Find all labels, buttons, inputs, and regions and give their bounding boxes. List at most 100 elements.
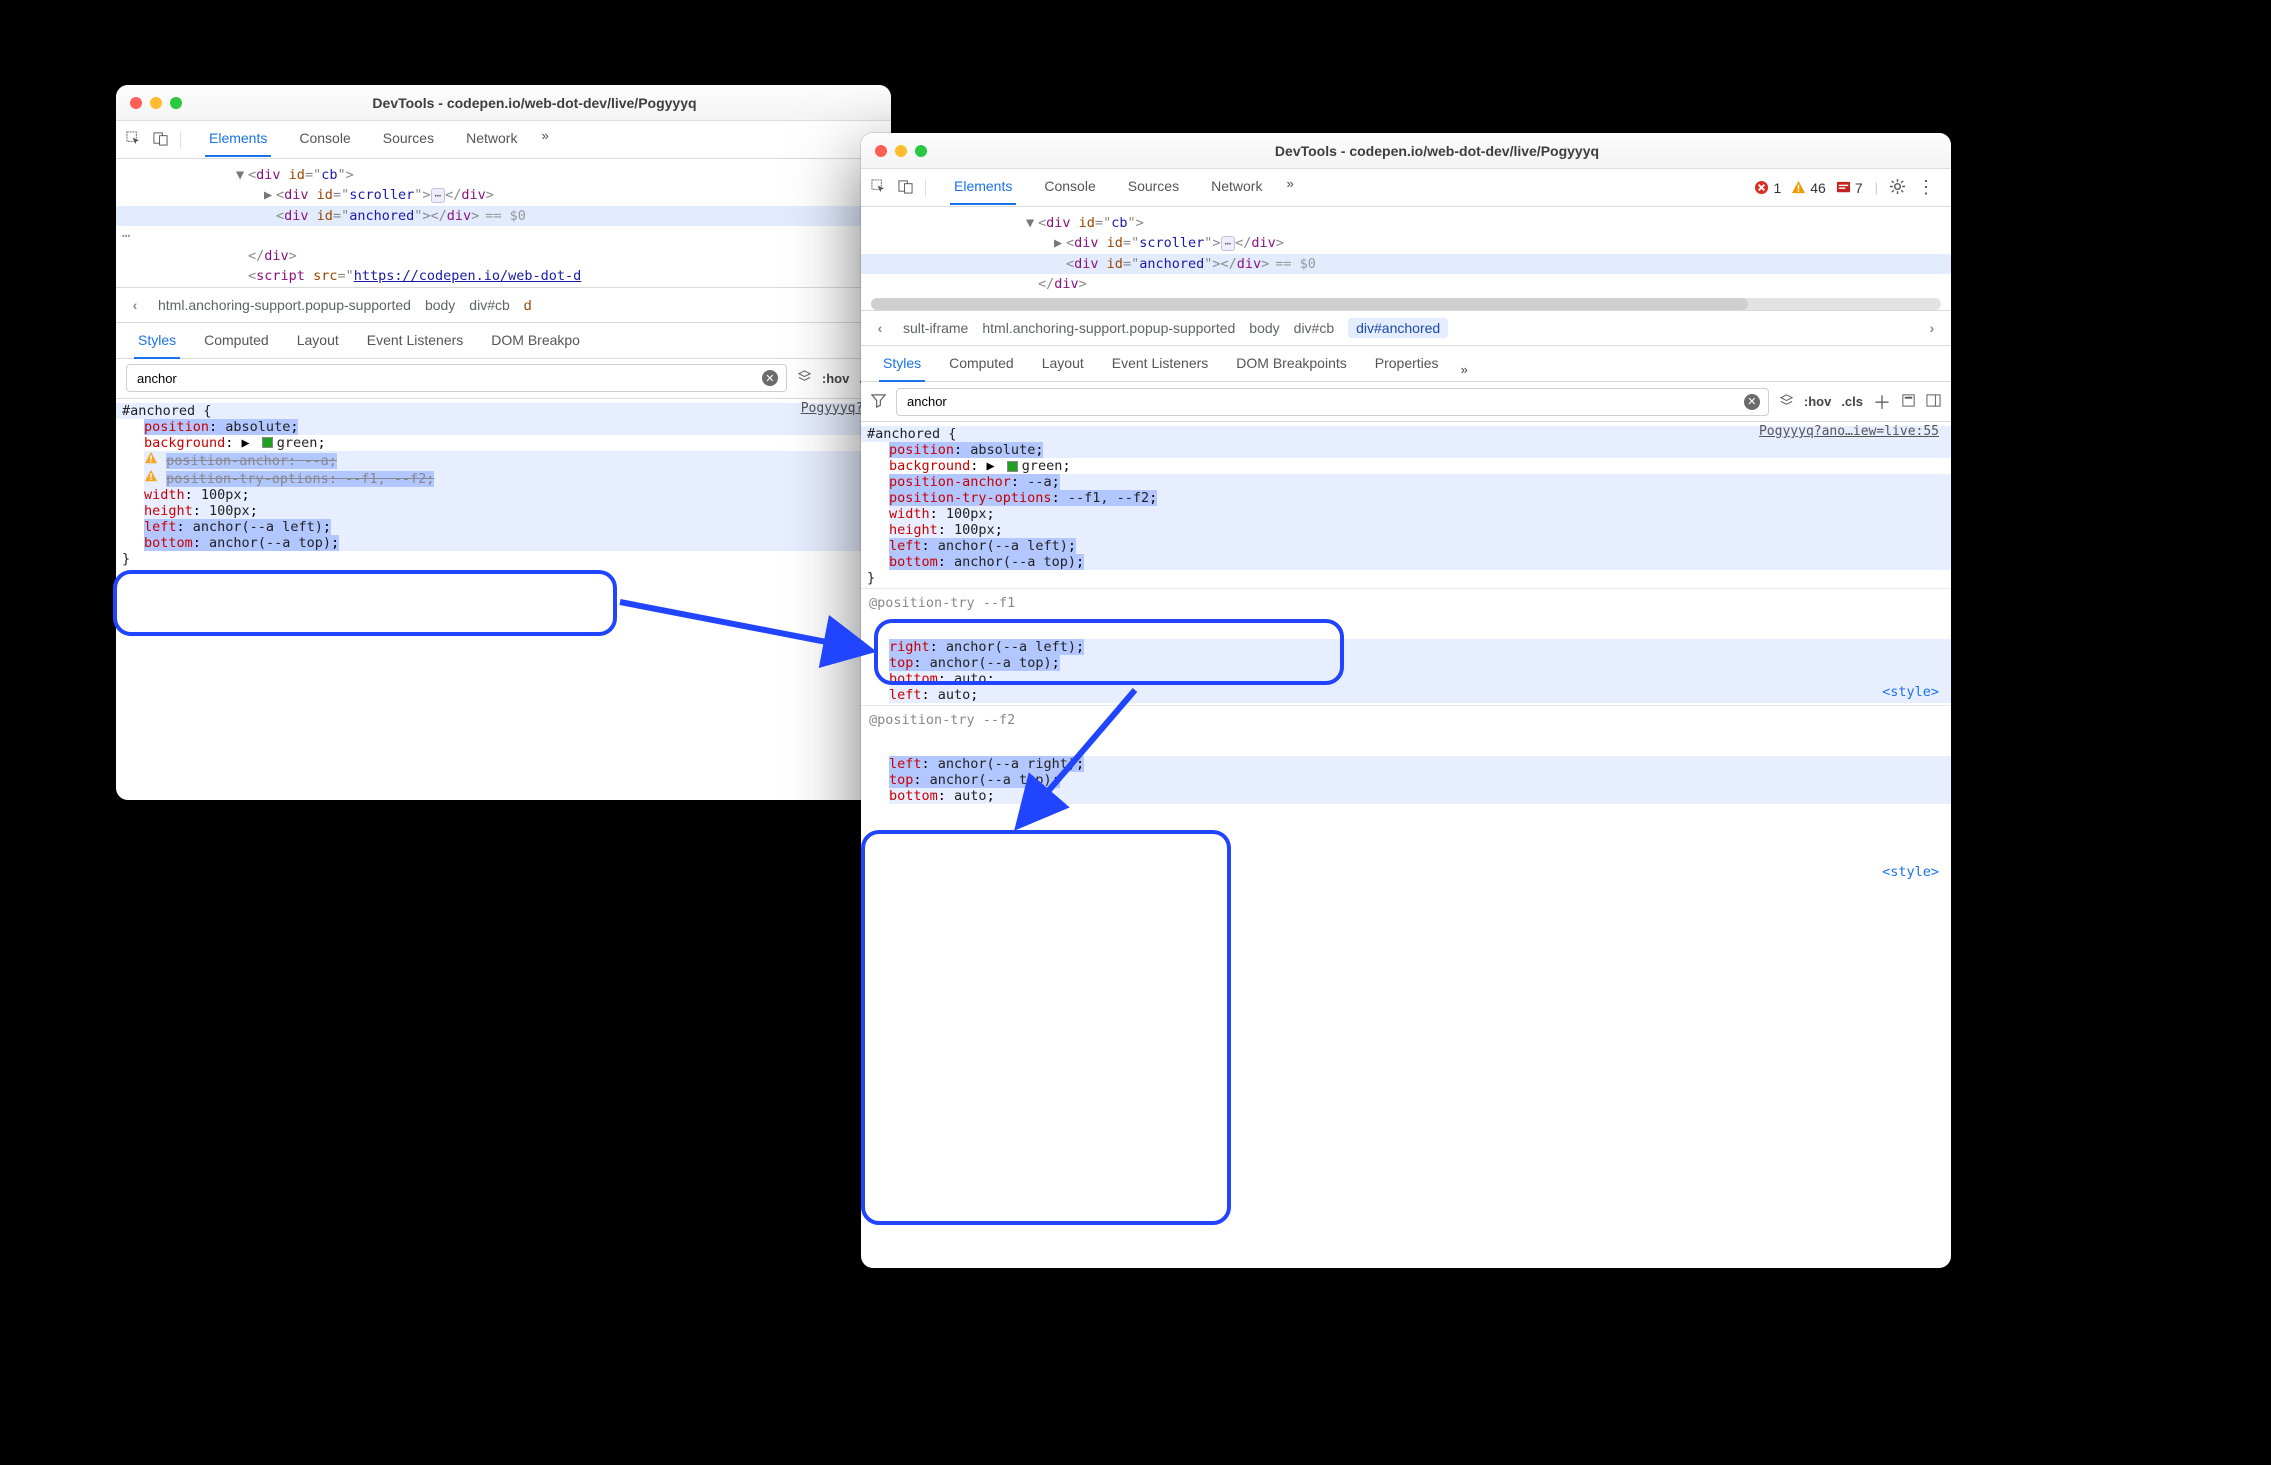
breadcrumb[interactable]: ‹ html.anchoring-support.popup-supported… — [116, 287, 891, 323]
titlebar[interactable]: DevTools - codepen.io/web-dot-dev/live/P… — [861, 133, 1951, 169]
tab-network[interactable]: Network — [1197, 172, 1276, 204]
computed-toggle-icon[interactable] — [1901, 393, 1916, 411]
cls-toggle[interactable]: .cls — [1841, 394, 1863, 409]
css-prop[interactable]: bottom — [144, 535, 193, 551]
css-val[interactable]: --f1, --f2 — [1068, 490, 1149, 506]
sidebar-toggle-icon[interactable] — [1926, 393, 1941, 411]
css-val[interactable]: 100px — [946, 506, 987, 522]
css-val[interactable]: green — [1022, 458, 1063, 474]
tab-elements[interactable]: Elements — [940, 172, 1026, 204]
minimize-icon[interactable] — [150, 97, 162, 109]
styles-filter-input[interactable] — [905, 393, 1736, 410]
hov-toggle[interactable]: :hov — [822, 371, 849, 386]
subtab-properties[interactable]: Properties — [1363, 349, 1451, 381]
layers-icon[interactable] — [1779, 393, 1794, 411]
css-prop[interactable]: background — [889, 458, 970, 474]
color-swatch-icon[interactable] — [1007, 461, 1018, 472]
tab-sources[interactable]: Sources — [369, 124, 448, 156]
breadcrumb-item-truncated[interactable]: d — [524, 297, 532, 313]
kebab-menu-icon[interactable]: ⋮ — [1911, 177, 1941, 198]
tab-console[interactable]: Console — [1030, 172, 1109, 204]
css-prop[interactable]: position-try-options — [166, 471, 329, 487]
breadcrumb-item[interactable]: div#cb — [1294, 320, 1334, 336]
css-prop[interactable]: height — [144, 503, 193, 519]
device-toggle-icon[interactable] — [898, 179, 913, 197]
breadcrumb-item[interactable]: div#cb — [469, 297, 509, 313]
css-prop[interactable]: bottom — [889, 554, 938, 570]
subtab-computed[interactable]: Computed — [192, 326, 281, 358]
style-source-link[interactable]: <style> — [1882, 684, 1939, 700]
css-val[interactable]: anchor(--a right) — [938, 756, 1076, 772]
subtab-layout[interactable]: Layout — [1030, 349, 1096, 381]
minimize-icon[interactable] — [895, 145, 907, 157]
css-prop[interactable]: left — [889, 538, 922, 554]
zoom-icon[interactable] — [170, 97, 182, 109]
titlebar[interactable]: DevTools - codepen.io/web-dot-dev/live/P… — [116, 85, 891, 121]
css-val[interactable]: anchor(--a left) — [193, 519, 323, 535]
breadcrumb-item[interactable]: body — [425, 297, 455, 313]
tab-network[interactable]: Network — [452, 124, 531, 156]
breadcrumb-item-current[interactable]: div#anchored — [1348, 318, 1448, 338]
breadcrumb-item[interactable]: sult-iframe — [903, 320, 968, 336]
css-val[interactable]: anchor(--a top) — [209, 535, 331, 551]
breadcrumb-left-icon[interactable]: ‹ — [871, 320, 889, 336]
css-prop[interactable]: left — [889, 756, 922, 772]
clear-filter-icon[interactable]: ✕ — [762, 370, 778, 386]
subtab-computed[interactable]: Computed — [937, 349, 1026, 381]
subtab-styles[interactable]: Styles — [126, 326, 188, 358]
horizontal-scrollbar[interactable] — [871, 298, 1941, 310]
css-prop[interactable]: width — [889, 506, 930, 522]
rule-source-link[interactable]: Pogyyyq?ano…iew=live:55 — [1759, 424, 1939, 439]
elements-dom-tree[interactable]: ▼<div id="cb"> ▶<div id="scroller">⋯</di… — [861, 207, 1951, 310]
close-icon[interactable] — [875, 145, 887, 157]
inspect-element-icon[interactable] — [871, 179, 886, 197]
more-tabs-icon[interactable]: » — [1280, 172, 1299, 204]
subtab-layout[interactable]: Layout — [285, 326, 351, 358]
subtab-event-listeners[interactable]: Event Listeners — [1100, 349, 1221, 381]
css-val[interactable]: 100px — [209, 503, 250, 519]
zoom-icon[interactable] — [915, 145, 927, 157]
css-val[interactable]: --a — [1027, 474, 1051, 490]
subtab-event-listeners[interactable]: Event Listeners — [355, 326, 476, 358]
css-prop[interactable]: position — [889, 442, 954, 458]
issue-counters[interactable]: 1 46 7 — [1754, 180, 1862, 196]
css-selector[interactable]: #anchored { — [116, 403, 891, 419]
breadcrumb-item[interactable]: body — [1249, 320, 1279, 336]
css-val[interactable]: anchor(--a top) — [930, 772, 1052, 788]
more-tabs-icon[interactable]: » — [535, 124, 554, 156]
position-try-header-f2[interactable]: @position-try --f2 — [861, 705, 1951, 734]
css-prop[interactable]: left — [889, 687, 922, 703]
elements-dom-tree[interactable]: ▼<div id="cb"> ▶<div id="scroller">⋯</di… — [116, 159, 891, 287]
css-prop[interactable]: width — [144, 487, 185, 503]
styles-filter-input-wrap[interactable]: ✕ — [896, 388, 1769, 416]
css-val[interactable]: anchor(--a left) — [938, 538, 1068, 554]
subtab-dom-breakpoints[interactable]: DOM Breakpoints — [1224, 349, 1358, 381]
css-prop[interactable]: left — [144, 519, 177, 535]
position-try-header-f1[interactable]: @position-try --f1 — [861, 588, 1951, 617]
css-val[interactable]: auto — [938, 687, 971, 703]
subtab-dom-breakpoints[interactable]: DOM Breakpo — [479, 326, 592, 358]
settings-icon[interactable] — [1890, 179, 1905, 197]
layers-icon[interactable] — [797, 369, 812, 387]
color-swatch-icon[interactable] — [262, 437, 273, 448]
css-val[interactable]: absolute — [970, 442, 1035, 458]
css-val[interactable]: 100px — [954, 522, 995, 538]
css-prop[interactable]: bottom — [889, 788, 938, 804]
more-subtabs-icon[interactable]: » — [1455, 358, 1474, 381]
css-val[interactable]: green — [277, 435, 318, 451]
styles-filter-input-wrap[interactable]: ✕ — [126, 364, 787, 392]
new-rule-icon[interactable]: ＋ — [1873, 389, 1891, 415]
tab-console[interactable]: Console — [285, 124, 364, 156]
css-val[interactable]: --a — [304, 453, 328, 469]
traffic-lights[interactable] — [875, 145, 927, 157]
filter-funnel-icon[interactable] — [871, 393, 886, 411]
css-prop[interactable]: position-anchor — [166, 453, 288, 469]
tab-sources[interactable]: Sources — [1114, 172, 1193, 204]
script-src-link[interactable]: https://codepen.io/web-dot-d — [354, 268, 582, 284]
css-val[interactable]: 100px — [201, 487, 242, 503]
css-prop[interactable]: background — [144, 435, 225, 451]
css-val[interactable]: auto — [954, 788, 987, 804]
close-icon[interactable] — [130, 97, 142, 109]
css-prop[interactable]: position — [144, 419, 209, 435]
traffic-lights[interactable] — [130, 97, 182, 109]
